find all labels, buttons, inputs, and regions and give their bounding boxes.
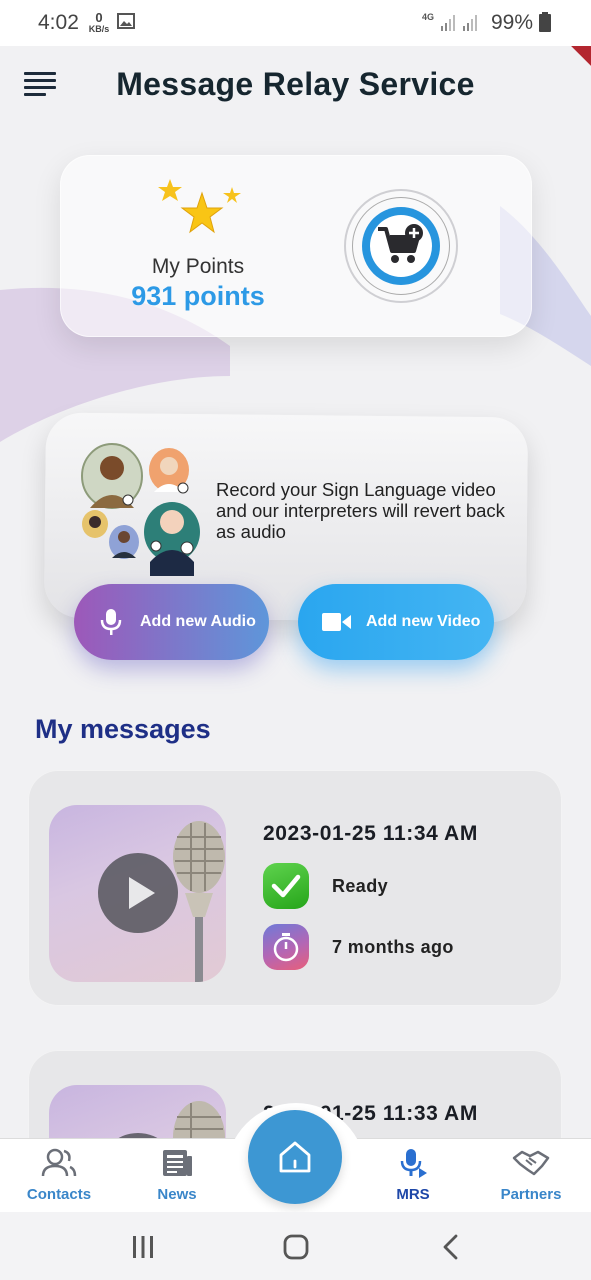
data-rate-indicator: 0 KB/s xyxy=(88,10,110,34)
back-icon[interactable] xyxy=(440,1234,462,1260)
message-card[interactable]: 2023-01-25 11:34 AM Ready 7 months ago xyxy=(28,770,562,1006)
nav-item-contacts[interactable]: Contacts xyxy=(9,1148,109,1203)
shop-button[interactable] xyxy=(344,189,458,303)
home-system-icon[interactable] xyxy=(283,1234,309,1260)
shopping-cart-add-icon xyxy=(378,224,423,263)
messages-section-title: My messages xyxy=(35,714,211,744)
battery-percentage: 99% xyxy=(491,11,534,34)
add-video-button[interactable]: Add new Video xyxy=(298,584,494,660)
timer-icon xyxy=(263,924,309,970)
battery-icon xyxy=(539,12,551,32)
handshake-icon xyxy=(512,1150,550,1176)
home-button[interactable] xyxy=(248,1110,342,1204)
video-camera-icon xyxy=(322,613,351,631)
nav-label-partners: Partners xyxy=(500,1186,562,1203)
message-thumbnail xyxy=(49,805,226,982)
signal-icon-2 xyxy=(463,15,477,31)
nav-label-contacts: Contacts xyxy=(26,1186,92,1203)
app-title: Message Relay Service xyxy=(116,66,475,102)
nav-item-news[interactable]: News xyxy=(127,1148,227,1203)
message-age: 7 months ago xyxy=(332,937,454,957)
nav-label-mrs: MRS xyxy=(396,1186,430,1203)
home-icon xyxy=(279,1141,311,1173)
signal-icon xyxy=(441,15,455,31)
system-navigation-bar xyxy=(0,1212,591,1280)
points-label: My Points xyxy=(151,255,245,278)
recent-apps-icon[interactable] xyxy=(130,1234,156,1260)
news-icon xyxy=(163,1150,192,1176)
contacts-icon xyxy=(41,1148,77,1177)
points-card: My Points 931 points xyxy=(60,155,532,337)
nav-label-news: News xyxy=(157,1186,197,1203)
message-date: 2023-01-25 11:34 AM xyxy=(263,822,478,845)
message-status: Ready xyxy=(332,876,389,896)
mic-icon xyxy=(400,1149,427,1178)
status-bar: 4:02 0 KB/s 4G 99% xyxy=(0,0,591,46)
image-notification-icon xyxy=(117,13,135,29)
add-audio-label: Add new Audio xyxy=(140,613,256,630)
stars-icon xyxy=(158,179,241,234)
points-value: 931 points xyxy=(131,281,265,311)
network-type: 4G xyxy=(422,12,435,22)
status-time: 4:02 xyxy=(38,11,79,34)
add-audio-button[interactable]: Add new Audio xyxy=(74,584,269,660)
nav-item-mrs[interactable]: MRS xyxy=(363,1148,463,1203)
add-video-label: Add new Video xyxy=(366,613,481,630)
sign-language-people-illustration xyxy=(81,443,200,576)
record-description: Record your Sign Language video and our … xyxy=(216,479,505,542)
microphone-icon xyxy=(100,609,122,635)
nav-item-partners[interactable]: Partners xyxy=(481,1148,581,1203)
checkmark-icon xyxy=(263,863,309,909)
play-button[interactable] xyxy=(98,853,178,933)
